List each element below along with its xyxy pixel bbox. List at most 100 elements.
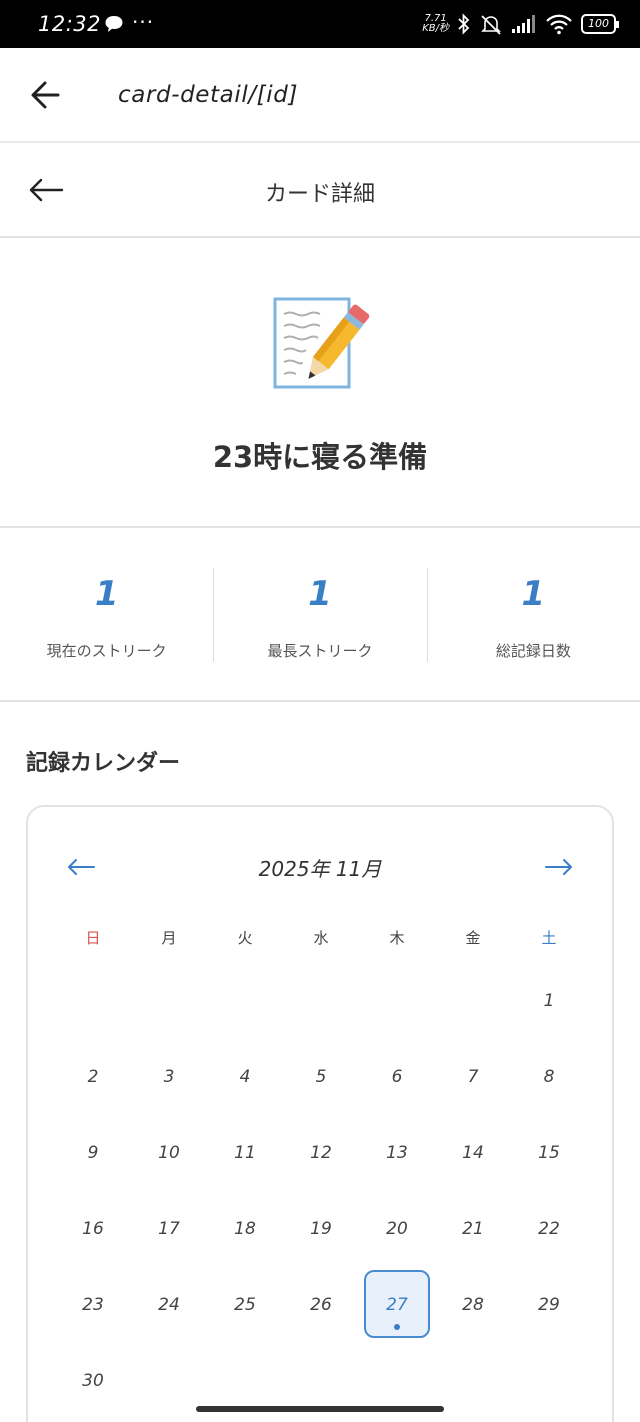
stat-label: 最長ストリーク bbox=[267, 642, 373, 660]
calendar-day-number: 22 bbox=[538, 1219, 560, 1239]
stat-current-streak: 1 現在のストリーク bbox=[0, 530, 213, 700]
record-calendar: 2025年 11月 日 月 火 水 木 金 土 1 2 3 4 5 6 7 8 9 10 11 12 1… bbox=[26, 805, 614, 1422]
calendar-day-number: 4 bbox=[239, 1067, 251, 1087]
calendar-day-number: 7 bbox=[467, 1067, 479, 1087]
calendar-blank-cell bbox=[131, 963, 207, 1039]
calendar-day[interactable]: 11 bbox=[207, 1115, 283, 1191]
calendar-blank-cell bbox=[283, 963, 359, 1039]
weekday-tue: 火 bbox=[237, 929, 253, 947]
calendar-day-number: 14 bbox=[462, 1143, 484, 1163]
stat-value: 1 bbox=[94, 574, 119, 614]
wifi-icon bbox=[546, 14, 572, 35]
next-month-arrow-icon[interactable] bbox=[544, 855, 574, 879]
weekday-fri: 金 bbox=[465, 929, 481, 947]
memo-pencil-icon bbox=[273, 297, 370, 389]
calendar-day[interactable]: 4 bbox=[207, 1039, 283, 1115]
more-notifications-icon: ··· bbox=[132, 10, 155, 34]
calendar-day-number: 13 bbox=[386, 1143, 408, 1163]
status-time: 12:32 bbox=[38, 12, 102, 36]
home-indicator[interactable] bbox=[196, 1406, 444, 1412]
calendar-day-number: 17 bbox=[158, 1219, 180, 1239]
calendar-day-number: 1 bbox=[543, 991, 555, 1011]
calendar-day-grid: 1 2 3 4 5 6 7 8 9 10 11 12 13 14 15 16 17 18 19 20 21 22 23 24 2… bbox=[55, 963, 587, 1419]
stat-value: 1 bbox=[308, 574, 332, 614]
calendar-day[interactable]: 6 bbox=[359, 1039, 435, 1115]
weekday-thu: 木 bbox=[389, 929, 405, 947]
url-text[interactable]: card-detail/[id] bbox=[118, 82, 298, 108]
calendar-day[interactable]: 28 bbox=[435, 1267, 511, 1343]
calendar-day-number: 15 bbox=[538, 1143, 560, 1163]
calendar-day-number: 19 bbox=[310, 1219, 332, 1239]
stat-label: 現在のストリーク bbox=[46, 642, 167, 660]
calendar-month-label: 2025年 11月 bbox=[258, 857, 382, 881]
page-header: カード詳細 bbox=[0, 143, 640, 238]
calendar-section-title: 記録カレンダー bbox=[26, 751, 181, 776]
record-dot-icon bbox=[394, 1324, 400, 1330]
calendar-day-number: 23 bbox=[82, 1295, 104, 1315]
stat-total-days: 1 総記録日数 bbox=[426, 530, 640, 700]
calendar-day-number: 18 bbox=[234, 1219, 256, 1239]
calendar-blank-cell bbox=[207, 963, 283, 1039]
calendar-day-number: 27 bbox=[386, 1295, 408, 1315]
calendar-day-number: 10 bbox=[158, 1143, 180, 1163]
calendar-day[interactable]: 19 bbox=[283, 1191, 359, 1267]
calendar-day[interactable]: 12 bbox=[283, 1115, 359, 1191]
calendar-day-number: 24 bbox=[158, 1295, 180, 1315]
card-hero: 23時に寝る準備 bbox=[0, 238, 640, 528]
stats-row: 1 現在のストリーク 1 最長ストリーク 1 総記録日数 bbox=[0, 530, 640, 702]
stat-longest-streak: 1 最長ストリーク bbox=[213, 530, 426, 700]
calendar-day-number: 11 bbox=[234, 1143, 256, 1163]
calendar-day[interactable]: 30 bbox=[55, 1343, 131, 1419]
calendar-day-number: 29 bbox=[538, 1295, 560, 1315]
calendar-day[interactable]: 3 bbox=[131, 1039, 207, 1115]
calendar-day-number: 20 bbox=[386, 1219, 408, 1239]
url-bar: card-detail/[id] bbox=[0, 48, 640, 143]
stat-label: 総記録日数 bbox=[495, 642, 571, 660]
calendar-day[interactable]: 9 bbox=[55, 1115, 131, 1191]
page-title: カード詳細 bbox=[264, 182, 375, 207]
calendar-day[interactable]: 2 bbox=[55, 1039, 131, 1115]
network-speed-unit: KB/秒 bbox=[422, 23, 449, 34]
calendar-day-number: 25 bbox=[234, 1295, 256, 1315]
calendar-day-number: 16 bbox=[82, 1219, 104, 1239]
calendar-blank-cell bbox=[359, 963, 435, 1039]
calendar-day[interactable]: 29 bbox=[511, 1267, 587, 1343]
stat-value: 1 bbox=[521, 574, 546, 614]
calendar-day[interactable]: 5 bbox=[283, 1039, 359, 1115]
calendar-day[interactable]: 1 bbox=[511, 963, 587, 1039]
calendar-blank-cell bbox=[55, 963, 131, 1039]
calendar-day[interactable]: 18 bbox=[207, 1191, 283, 1267]
calendar-day[interactable]: 10 bbox=[131, 1115, 207, 1191]
calendar-day[interactable]: 13 bbox=[359, 1115, 435, 1191]
calendar-day-number: 6 bbox=[391, 1067, 403, 1087]
status-bar: 12:32 ··· 7.71 KB/秒 100 bbox=[0, 0, 640, 48]
calendar-day[interactable]: 23 bbox=[55, 1267, 131, 1343]
card-title: 23時に寝る準備 bbox=[212, 440, 428, 474]
calendar-day-today[interactable]: 27 bbox=[359, 1267, 435, 1343]
weekday-wed: 水 bbox=[313, 929, 329, 947]
browser-back-arrow-icon[interactable] bbox=[30, 80, 62, 110]
weekday-sun: 日 bbox=[85, 929, 101, 947]
status-right-cluster: 7.71 KB/秒 100 bbox=[422, 10, 619, 38]
calendar-day[interactable]: 25 bbox=[207, 1267, 283, 1343]
calendar-day-number: 5 bbox=[315, 1067, 327, 1087]
calendar-day-number: 3 bbox=[163, 1067, 175, 1087]
calendar-day[interactable]: 7 bbox=[435, 1039, 511, 1115]
calendar-day[interactable]: 20 bbox=[359, 1191, 435, 1267]
calendar-day[interactable]: 22 bbox=[511, 1191, 587, 1267]
calendar-day[interactable]: 15 bbox=[511, 1115, 587, 1191]
calendar-day[interactable]: 16 bbox=[55, 1191, 131, 1267]
calendar-day[interactable]: 14 bbox=[435, 1115, 511, 1191]
calendar-day-number: 21 bbox=[462, 1219, 484, 1239]
bell-muted-icon bbox=[481, 15, 501, 35]
calendar-day[interactable]: 8 bbox=[511, 1039, 587, 1115]
calendar-day-number: 9 bbox=[87, 1143, 99, 1163]
calendar-day-number: 8 bbox=[543, 1067, 555, 1087]
weekday-sat: 土 bbox=[541, 929, 557, 947]
bluetooth-icon bbox=[458, 13, 470, 35]
calendar-day[interactable]: 21 bbox=[435, 1191, 511, 1267]
weekday-mon: 月 bbox=[161, 929, 177, 947]
calendar-day[interactable]: 24 bbox=[131, 1267, 207, 1343]
calendar-day[interactable]: 17 bbox=[131, 1191, 207, 1267]
calendar-day[interactable]: 26 bbox=[283, 1267, 359, 1343]
